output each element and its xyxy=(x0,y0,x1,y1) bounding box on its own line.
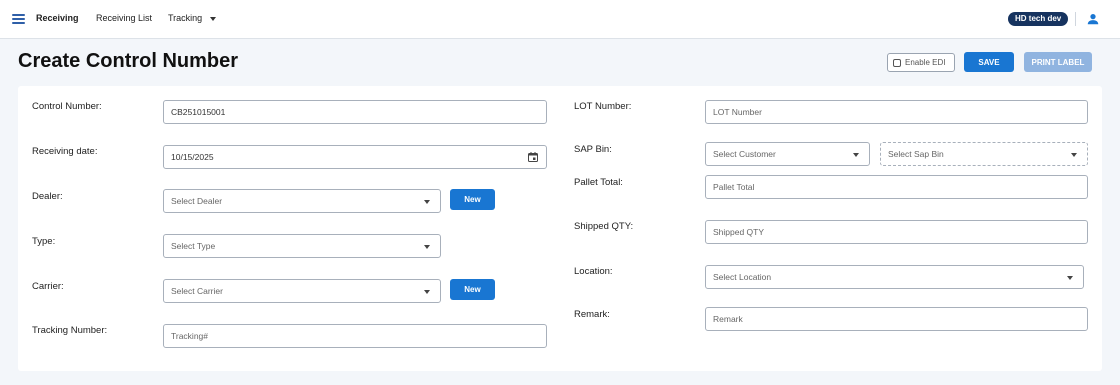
save-button[interactable]: SAVE xyxy=(964,52,1014,72)
chevron-down-icon xyxy=(1071,153,1077,157)
receiving-date-input[interactable]: 10/15/2025 xyxy=(163,145,547,169)
pallet-total-label: Pallet Total: xyxy=(574,177,623,188)
shipped-qty-input[interactable]: Shipped QTY xyxy=(705,220,1088,244)
sap-bin-select[interactable]: Select Sap Bin xyxy=(880,142,1088,166)
nav-item-label: Receiving xyxy=(36,13,79,23)
calendar-icon[interactable] xyxy=(527,151,539,163)
location-label: Location: xyxy=(574,266,613,277)
type-label: Type: xyxy=(32,236,56,247)
account-icon[interactable] xyxy=(1086,12,1100,26)
chevron-down-icon xyxy=(853,153,859,157)
sap-bin-placeholder: Select Sap Bin xyxy=(888,149,944,159)
customer-select[interactable]: Select Customer xyxy=(705,142,870,166)
dealer-select[interactable]: Select Dealer xyxy=(163,189,441,213)
chevron-down-icon xyxy=(210,16,217,21)
remark-placeholder: Remark xyxy=(713,314,743,324)
chevron-down-icon xyxy=(424,290,430,294)
control-number-value: CB251015001 xyxy=(171,107,226,117)
tracking-number-placeholder: Tracking# xyxy=(171,331,209,341)
control-number-label: Control Number: xyxy=(32,101,102,112)
shipped-qty-placeholder: Shipped QTY xyxy=(713,227,765,237)
shipped-qty-label: Shipped QTY: xyxy=(574,221,634,232)
form-card: Control Number: CB251015001 Receiving da… xyxy=(18,86,1102,371)
sap-bin-label: SAP Bin: xyxy=(574,144,612,155)
lot-number-label: LOT Number: xyxy=(574,101,632,112)
tracking-number-label: Tracking Number: xyxy=(32,325,108,336)
nav-item-receiving[interactable]: Receiving xyxy=(36,13,79,23)
carrier-select[interactable]: Select Carrier xyxy=(163,279,441,303)
nav-item-receiving-list[interactable]: Receiving List xyxy=(96,13,152,23)
receiving-date-label: Receiving date: xyxy=(32,146,98,157)
chevron-down-icon xyxy=(424,200,430,204)
nav-item-label: Tracking xyxy=(168,13,203,23)
type-placeholder: Select Type xyxy=(171,241,216,251)
enable-edi-label: Enable EDI xyxy=(905,58,946,67)
chevron-down-icon xyxy=(1067,276,1073,280)
customer-placeholder: Select Customer xyxy=(713,149,776,159)
remark-input[interactable]: Remark xyxy=(705,307,1088,331)
lot-number-placeholder: LOT Number xyxy=(713,107,762,117)
print-label-button[interactable]: PRINT LABEL xyxy=(1024,52,1092,72)
menu-icon[interactable] xyxy=(12,14,25,24)
location-placeholder: Select Location xyxy=(713,272,772,282)
remark-label: Remark: xyxy=(574,309,610,320)
dealer-placeholder: Select Dealer xyxy=(171,196,223,206)
receiving-date-value: 10/15/2025 xyxy=(171,152,214,162)
nav-item-label: Receiving List xyxy=(96,13,153,23)
pallet-total-input[interactable]: Pallet Total xyxy=(705,175,1088,199)
nav-item-tracking[interactable]: Tracking xyxy=(168,13,217,23)
new-dealer-button[interactable]: New xyxy=(450,189,495,210)
checkbox-icon xyxy=(893,58,901,67)
top-nav-bar: Receiving Receiving List Tracking HD tec… xyxy=(0,0,1120,39)
page-title: Create Control Number xyxy=(18,50,239,72)
type-select[interactable]: Select Type xyxy=(163,234,441,258)
carrier-label: Carrier: xyxy=(32,281,64,292)
chevron-down-icon xyxy=(424,245,430,249)
tracking-number-input[interactable]: Tracking# xyxy=(163,324,547,348)
lot-number-input[interactable]: LOT Number xyxy=(705,100,1088,124)
user-badge[interactable]: HD tech dev xyxy=(1008,12,1069,26)
dealer-label: Dealer: xyxy=(32,191,63,202)
new-carrier-button[interactable]: New xyxy=(450,279,495,300)
carrier-placeholder: Select Carrier xyxy=(171,286,223,296)
pallet-total-placeholder: Pallet Total xyxy=(713,182,755,192)
location-select[interactable]: Select Location xyxy=(705,265,1084,289)
divider xyxy=(1075,12,1076,26)
enable-edi-checkbox[interactable]: Enable EDI xyxy=(887,53,955,72)
control-number-input[interactable]: CB251015001 xyxy=(163,100,547,124)
